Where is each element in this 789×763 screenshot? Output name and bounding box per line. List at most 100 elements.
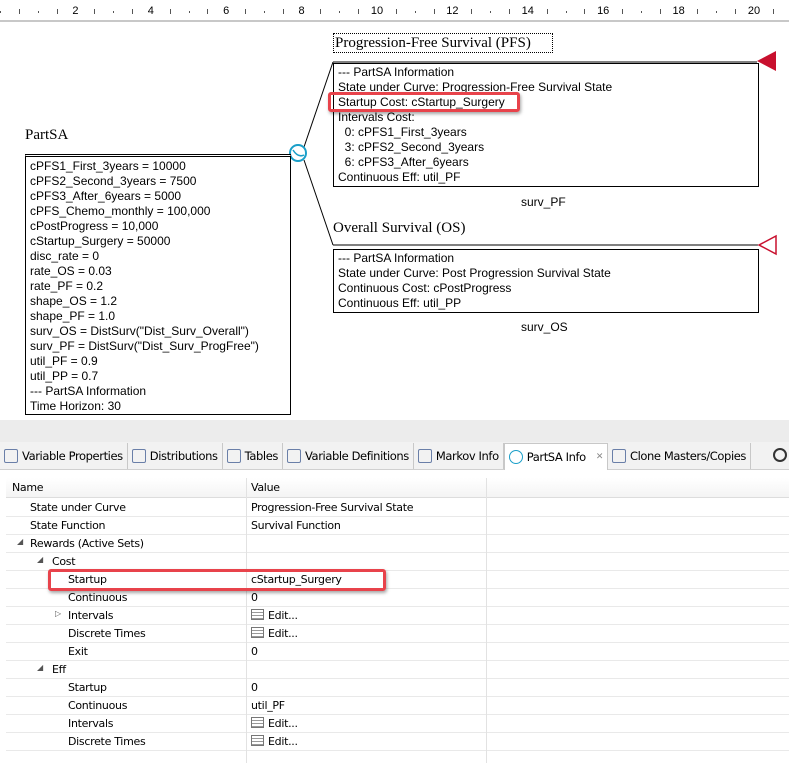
row-value-text: Progression-Free Survival State <box>251 501 414 514</box>
row-value[interactable]: Edit... <box>251 627 298 640</box>
node-text-line: shape_PF = 1.0 <box>30 309 116 323</box>
ruler-tick <box>169 9 171 14</box>
node-text-line: 3: cPFS2_Second_3years <box>338 140 485 154</box>
node-text-line: rate_PF = 0.2 <box>30 279 104 293</box>
tab-distributions[interactable]: Distributions <box>128 442 223 469</box>
row-value[interactable]: Edit... <box>251 609 298 622</box>
row-value[interactable]: Edit... <box>251 717 298 730</box>
properties-table: Name Value State under Curve Progression-… <box>0 470 789 763</box>
root-node-box[interactable]: cPFS1_First_3years = 10000 cPFS2_Second_3… <box>25 154 291 415</box>
table-row[interactable]: Exit 0 <box>6 643 789 661</box>
table-edit-icon <box>251 627 264 638</box>
ruler-label: 2 <box>72 5 79 17</box>
row-value[interactable]: Edit... <box>251 735 298 748</box>
ruler-tick <box>0 11 1 13</box>
table-row[interactable]: Startup 0 <box>6 679 789 697</box>
node-text-line: cPFS_Chemo_monthly = 100,000 <box>30 204 211 218</box>
row-value-text: 0 <box>251 591 258 604</box>
ruler-label: 14 <box>521 5 534 17</box>
ruler-tick <box>113 11 115 13</box>
ruler-tick <box>659 9 661 14</box>
ruler-tick <box>339 11 341 13</box>
row-name: Intervals <box>68 609 114 622</box>
table-row[interactable]: State Function Survival Function <box>6 517 789 535</box>
os-node-box[interactable]: --- PartSA Information State under Curve:… <box>333 249 759 313</box>
os-branch-line <box>303 159 334 246</box>
column-header-name[interactable]: Name <box>12 481 44 494</box>
collapse-icon[interactable]: ◢ <box>37 555 43 564</box>
ruler-label: 18 <box>672 5 685 17</box>
tab-variable-definitions[interactable]: Variable Definitions <box>283 442 414 469</box>
pfs-caption: surv_PF <box>521 195 566 209</box>
tab-tables[interactable]: Tables <box>223 442 283 469</box>
table-row[interactable]: ◢ Rewards (Active Sets) <box>6 535 789 553</box>
ruler-tick <box>716 11 718 13</box>
row-value-text: Survival Function <box>251 519 341 532</box>
ruler-tick <box>263 11 265 13</box>
ruler-tick <box>188 11 190 13</box>
row-value: util_PF <box>251 699 285 712</box>
row-name: Eff <box>52 663 66 676</box>
row-value-text: Edit... <box>268 735 298 748</box>
table-row[interactable]: Continuous util_PF <box>6 697 789 715</box>
row-value-text: Edit... <box>268 717 298 730</box>
node-text-line: shape_OS = 1.2 <box>30 294 118 308</box>
view-menu-icon[interactable] <box>773 448 787 462</box>
table-row[interactable]: Intervals Edit... <box>6 715 789 733</box>
root-node-title[interactable]: PartSA <box>25 127 68 144</box>
collapse-icon[interactable]: ◢ <box>17 537 23 546</box>
tab-clone-masters-copies[interactable]: Clone Masters/Copies <box>608 442 752 469</box>
node-text-line: --- PartSA Information <box>30 384 147 398</box>
tab-partsa-info[interactable]: PartSA Info ✕ <box>503 442 608 471</box>
table-row[interactable]: Discrete Times Edit... <box>6 625 789 643</box>
ruler-label: 6 <box>223 5 230 17</box>
row-name: Discrete Times <box>68 627 146 640</box>
node-text-line: surv_PF = DistSurv("Dist_Surv_ProgFree") <box>30 339 259 353</box>
ruler-label: 8 <box>298 5 305 17</box>
os-node-title[interactable]: Overall Survival (OS) <box>333 220 465 237</box>
view-tabs: Variable Properties Distributions Tables Va… <box>0 442 789 471</box>
row-name: Startup <box>68 681 107 694</box>
column-header-value[interactable]: Value <box>251 481 280 494</box>
ruler-tick <box>94 9 96 14</box>
ruler-tick <box>697 9 699 14</box>
ruler-tick <box>18 9 20 14</box>
tab-variable-properties[interactable]: Variable Properties <box>0 442 128 469</box>
node-text-line: rate_OS = 0.03 <box>30 264 112 278</box>
tab-markov-info[interactable]: Markov Info <box>414 442 504 469</box>
pfs-node-title[interactable]: Progression-Free Survival (PFS) <box>333 33 553 53</box>
ruler-tick <box>245 9 247 14</box>
ruler-tick <box>565 11 567 13</box>
row-name: Continuous <box>68 699 128 712</box>
row-value: 0 <box>251 645 258 658</box>
table-row[interactable]: State under Curve Progression-Free Surviv… <box>6 499 789 517</box>
splitter[interactable] <box>0 420 789 442</box>
table-row[interactable]: ◢ Eff <box>6 661 789 679</box>
os-caption: surv_OS <box>521 320 568 334</box>
table-row[interactable]: ▷ Intervals Edit... <box>6 607 789 625</box>
expand-icon[interactable]: ▷ <box>55 609 61 618</box>
terminal-node-outline-icon <box>757 234 777 256</box>
row-value-text: Edit... <box>268 627 298 640</box>
table-row[interactable]: Discrete Times Edit... <box>6 733 789 751</box>
tab-label: Clone Masters/Copies <box>629 448 747 463</box>
ruler-tick <box>414 11 416 13</box>
ruler-tick <box>131 9 133 14</box>
node-text-line: cPFS2_Second_3years = 7500 <box>30 174 197 188</box>
markov-info-icon <box>417 448 432 463</box>
close-tab-icon[interactable]: ✕ <box>596 452 604 462</box>
tab-label: Markov Info <box>435 448 499 463</box>
ruler-label: 10 <box>370 5 384 17</box>
node-text-line: Continuous Eff: util_PP <box>338 296 462 310</box>
partsa-info-icon <box>508 450 523 464</box>
node-text-line: --- PartSA Information <box>338 65 455 79</box>
ruler-tick <box>433 9 435 14</box>
row-value: 0 <box>251 681 258 694</box>
collapse-icon[interactable]: ◢ <box>37 663 43 672</box>
pfs-node-box[interactable]: --- PartSA Information State under Curve:… <box>333 63 759 187</box>
table-row[interactable]: Continuous 0 <box>6 589 789 607</box>
ruler-tick <box>584 9 586 14</box>
table-edit-icon <box>251 609 264 620</box>
node-text-line: util_PF = 0.9 <box>30 354 98 368</box>
variable-definitions-icon <box>286 448 301 463</box>
